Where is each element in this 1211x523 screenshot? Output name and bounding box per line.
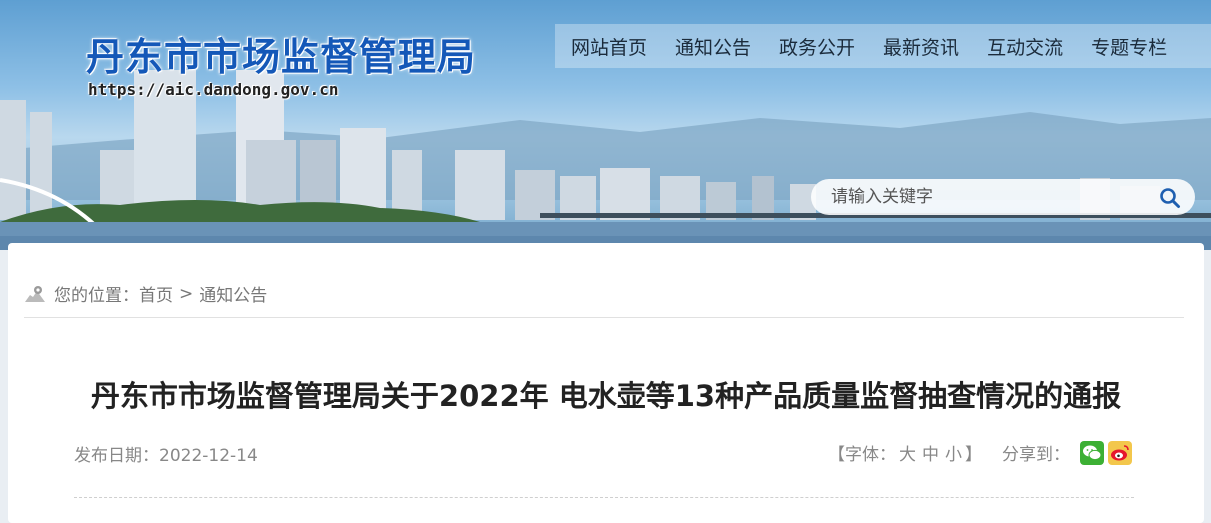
breadcrumb-current[interactable]: 通知公告 (199, 281, 267, 306)
wechat-icon[interactable] (1080, 440, 1104, 465)
location-map-icon (25, 285, 45, 302)
main-nav: 网站首页 通知公告 政务公开 最新资讯 互动交流 专题专栏 (555, 24, 1211, 68)
content-panel: 您的位置： 首页 > 通知公告 丹东市市场监督管理局关于2022年 电水壶等13… (8, 243, 1204, 523)
search-box (811, 179, 1195, 215)
breadcrumb-prefix: 您的位置： (54, 286, 139, 306)
nav-item-news[interactable]: 最新资讯 (883, 33, 959, 60)
breadcrumb-divider (24, 317, 1184, 318)
article-tools: 【字体： 大 中 小 】 分享到： (828, 440, 1132, 465)
font-size-large-button[interactable]: 大 (899, 440, 916, 465)
nav-item-home[interactable]: 网站首页 (571, 33, 647, 60)
site-header: 丹东市市场监督管理局 https://aic.dandong.gov.cn 网站… (0, 0, 1211, 250)
site-title[interactable]: 丹东市市场监督管理局 (86, 26, 476, 81)
breadcrumb: 您的位置： 首页 > 通知公告 (24, 281, 267, 306)
publish-date-value: 2022-12-14 (159, 446, 258, 466)
publish-date-label: 发布日期： (74, 446, 159, 466)
site-url: https://aic.dandong.gov.cn (88, 80, 339, 99)
search-icon[interactable] (1159, 187, 1181, 209)
font-size-close: 】 (965, 445, 982, 465)
nav-item-notices[interactable]: 通知公告 (675, 33, 751, 60)
nav-item-interaction[interactable]: 互动交流 (987, 33, 1063, 60)
breadcrumb-home[interactable]: 首页 (139, 281, 173, 306)
weibo-icon[interactable] (1108, 440, 1132, 465)
article-title: 丹东市市场监督管理局关于2022年 电水壶等13种产品质量监督抽查情况的通报 (90, 379, 1122, 413)
font-size-small-button[interactable]: 小 (945, 440, 962, 465)
nav-item-topics[interactable]: 专题专栏 (1091, 33, 1167, 60)
share-label: 分享到： (1002, 445, 1070, 465)
search-input[interactable] (829, 186, 1153, 208)
article-divider (74, 497, 1134, 498)
breadcrumb-separator: > (179, 283, 194, 304)
publish-date: 发布日期：2022-12-14 (74, 441, 258, 466)
nav-item-gov-affairs[interactable]: 政务公开 (779, 33, 855, 60)
font-size-medium-button[interactable]: 中 (922, 440, 939, 465)
font-size-open: 【字体： (828, 445, 896, 465)
